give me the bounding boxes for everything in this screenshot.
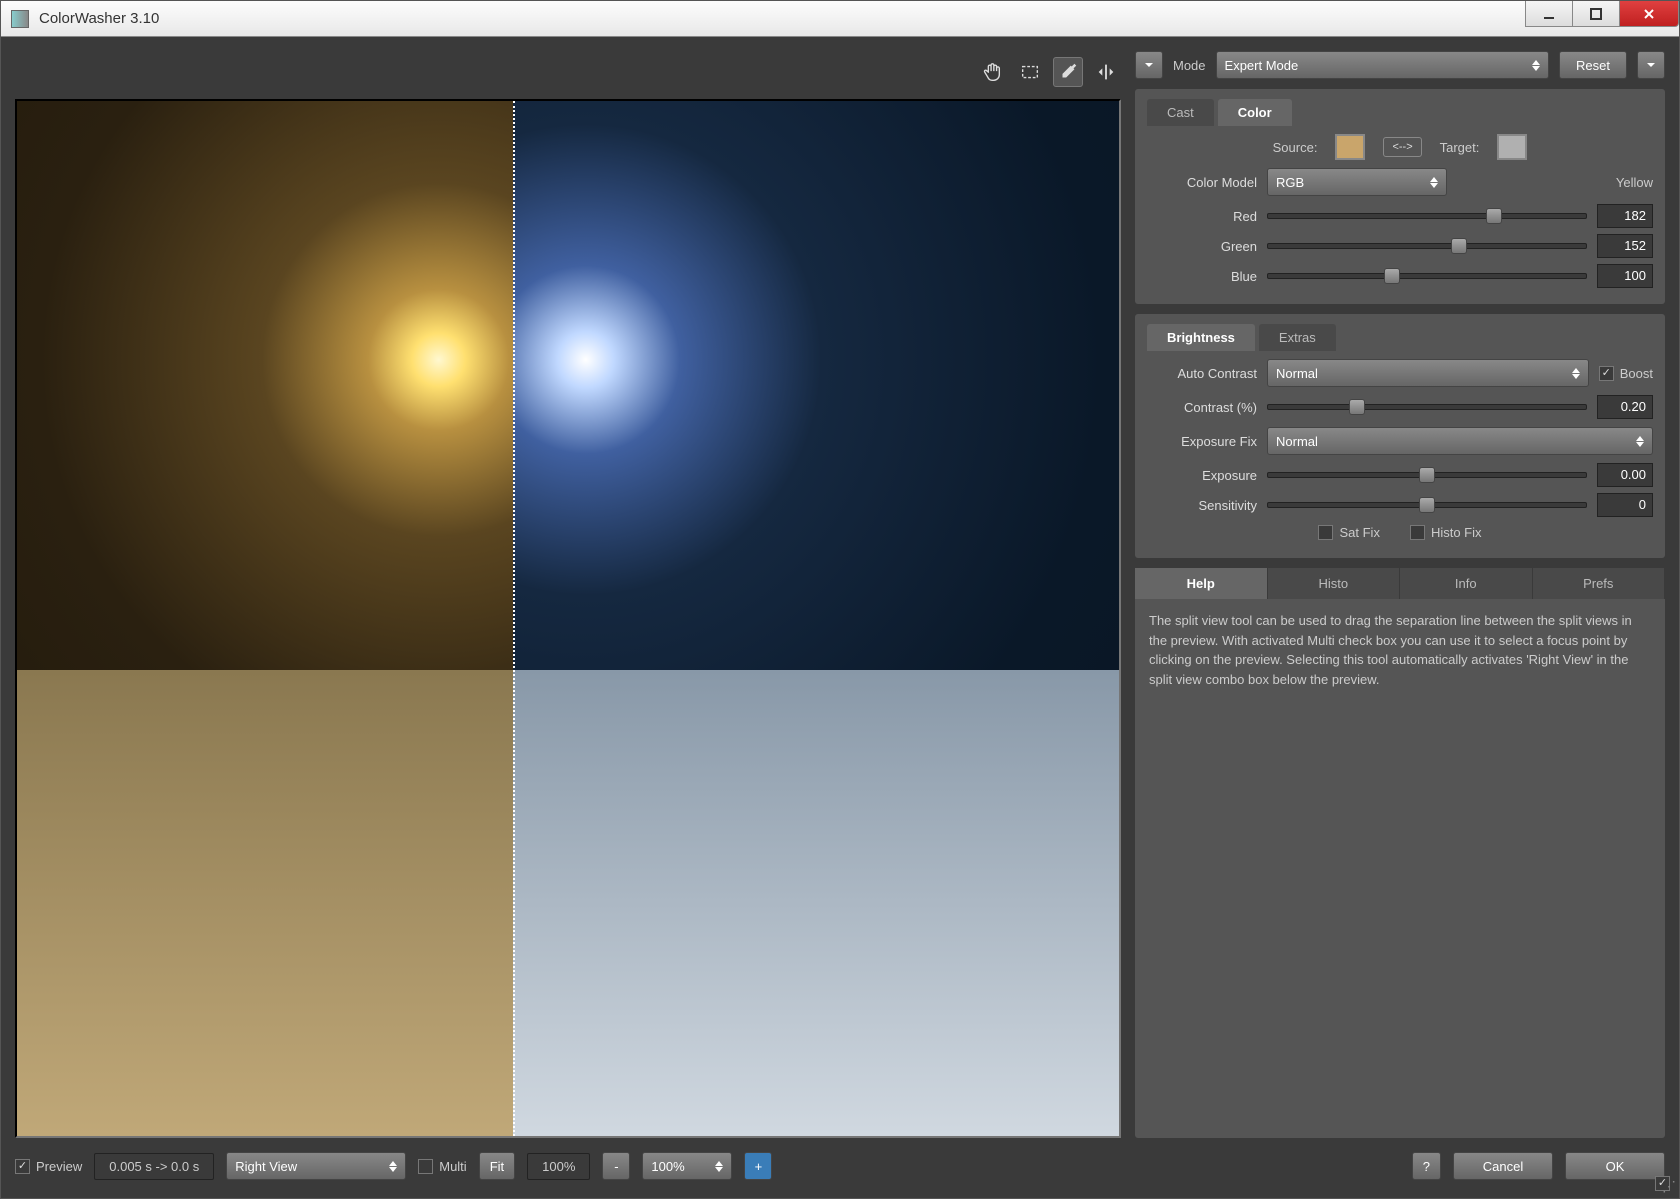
reset-menu-button[interactable]: [1637, 51, 1665, 79]
exposure-label: Exposure: [1147, 468, 1257, 483]
contrast-value[interactable]: 0.20: [1597, 395, 1653, 419]
help-button[interactable]: ?: [1412, 1152, 1441, 1180]
fit-button[interactable]: Fit: [479, 1152, 515, 1180]
blue-label: Blue: [1147, 269, 1257, 284]
tab-brightness[interactable]: Brightness: [1147, 324, 1255, 351]
tab-cast[interactable]: Cast: [1147, 99, 1214, 126]
histofix-checkbox[interactable]: Histo Fix: [1410, 525, 1482, 540]
mode-row: Mode Expert Mode Reset: [1135, 51, 1665, 79]
cast-color-panel: Cast Color Source: <--> Target: Color Mo…: [1135, 89, 1665, 304]
brightness-panel: Brightness Extras Auto Contrast Normal B…: [1135, 314, 1665, 558]
split-divider[interactable]: [513, 101, 515, 1136]
image-preview[interactable]: [15, 99, 1121, 1138]
color-model-label: Color Model: [1147, 175, 1257, 190]
resize-grip-icon[interactable]: ⋰: [1662, 1178, 1676, 1195]
eyedropper-tool-icon[interactable]: [1053, 57, 1083, 87]
auto-contrast-select[interactable]: Normal: [1267, 359, 1589, 387]
blue-slider[interactable]: [1267, 273, 1587, 279]
mode-label: Mode: [1173, 58, 1206, 73]
tab-histo[interactable]: Histo: [1268, 568, 1401, 599]
tab-color[interactable]: Color: [1218, 99, 1292, 126]
preview-after: [513, 101, 1119, 1136]
minimize-button[interactable]: [1525, 1, 1573, 27]
app-body: Mode Expert Mode Reset Cast Color Source…: [1, 37, 1679, 1198]
maximize-button[interactable]: [1572, 1, 1620, 27]
preview-toolbar: [15, 51, 1121, 93]
color-model-select[interactable]: RGB: [1267, 168, 1447, 196]
split-view-tool-icon[interactable]: [1091, 57, 1121, 87]
help-panel: Help Histo Info Prefs The split view too…: [1135, 568, 1665, 1138]
preview-before: [17, 101, 513, 1136]
green-label: Green: [1147, 239, 1257, 254]
mode-value: Expert Mode: [1225, 58, 1299, 73]
right-column: Mode Expert Mode Reset Cast Color Source…: [1135, 51, 1665, 1138]
tab-help[interactable]: Help: [1135, 568, 1268, 599]
mode-menu-button[interactable]: [1135, 51, 1163, 79]
red-label: Red: [1147, 209, 1257, 224]
app-window: ColorWasher 3.10: [0, 0, 1680, 1199]
green-value[interactable]: 152: [1597, 234, 1653, 258]
main-area: Mode Expert Mode Reset Cast Color Source…: [15, 51, 1665, 1138]
marquee-tool-icon[interactable]: [1015, 57, 1045, 87]
target-swatch[interactable]: [1497, 134, 1527, 160]
source-label: Source:: [1273, 140, 1318, 155]
view-select[interactable]: Right View: [226, 1152, 406, 1180]
titlebar: ColorWasher 3.10: [1, 1, 1679, 37]
hand-tool-icon[interactable]: [977, 57, 1007, 87]
satfix-checkbox[interactable]: Sat Fix: [1318, 525, 1379, 540]
exposure-slider[interactable]: [1267, 472, 1587, 478]
sensitivity-label: Sensitivity: [1147, 498, 1257, 513]
cancel-button[interactable]: Cancel: [1453, 1152, 1553, 1180]
red-value[interactable]: 182: [1597, 204, 1653, 228]
multi-checkbox[interactable]: Multi: [418, 1159, 466, 1174]
zoom-in-button[interactable]: +: [744, 1152, 772, 1180]
exposure-fix-label: Exposure Fix: [1147, 434, 1257, 449]
sensitivity-value[interactable]: 0: [1597, 493, 1653, 517]
tab-info[interactable]: Info: [1400, 568, 1533, 599]
sensitivity-slider[interactable]: [1267, 502, 1587, 508]
boost-checkbox[interactable]: Boost: [1599, 366, 1653, 381]
contrast-slider[interactable]: [1267, 404, 1587, 410]
window-controls: [1526, 1, 1679, 36]
exposure-value[interactable]: 0.00: [1597, 463, 1653, 487]
timing-readout: 0.005 s -> 0.0 s: [94, 1153, 214, 1180]
red-slider[interactable]: [1267, 213, 1587, 219]
swap-button[interactable]: <-->: [1383, 137, 1421, 157]
zoom-left: 100%: [527, 1153, 590, 1180]
blue-value[interactable]: 100: [1597, 264, 1653, 288]
green-slider[interactable]: [1267, 243, 1587, 249]
reset-button[interactable]: Reset: [1559, 51, 1627, 79]
mode-select[interactable]: Expert Mode: [1216, 51, 1550, 79]
hue-name: Yellow: [1616, 175, 1653, 190]
app-icon: [11, 10, 29, 28]
zoom-select[interactable]: 100%: [642, 1152, 732, 1180]
zoom-out-button[interactable]: -: [602, 1152, 630, 1180]
footer: Preview 0.005 s -> 0.0 s Right View Mult…: [15, 1148, 1665, 1184]
window-title: ColorWasher 3.10: [39, 10, 1526, 27]
source-swatch[interactable]: [1335, 134, 1365, 160]
help-text: The split view tool can be used to drag …: [1135, 599, 1665, 1138]
preview-checkbox[interactable]: Preview: [15, 1159, 82, 1174]
tab-extras[interactable]: Extras: [1259, 324, 1336, 351]
auto-contrast-label: Auto Contrast: [1147, 366, 1257, 381]
contrast-label: Contrast (%): [1147, 400, 1257, 415]
exposure-fix-select[interactable]: Normal: [1267, 427, 1653, 455]
tab-prefs[interactable]: Prefs: [1533, 568, 1666, 599]
target-label: Target:: [1440, 140, 1480, 155]
close-button[interactable]: [1619, 1, 1679, 27]
left-column: [15, 51, 1121, 1138]
ok-button[interactable]: OK: [1565, 1152, 1665, 1180]
